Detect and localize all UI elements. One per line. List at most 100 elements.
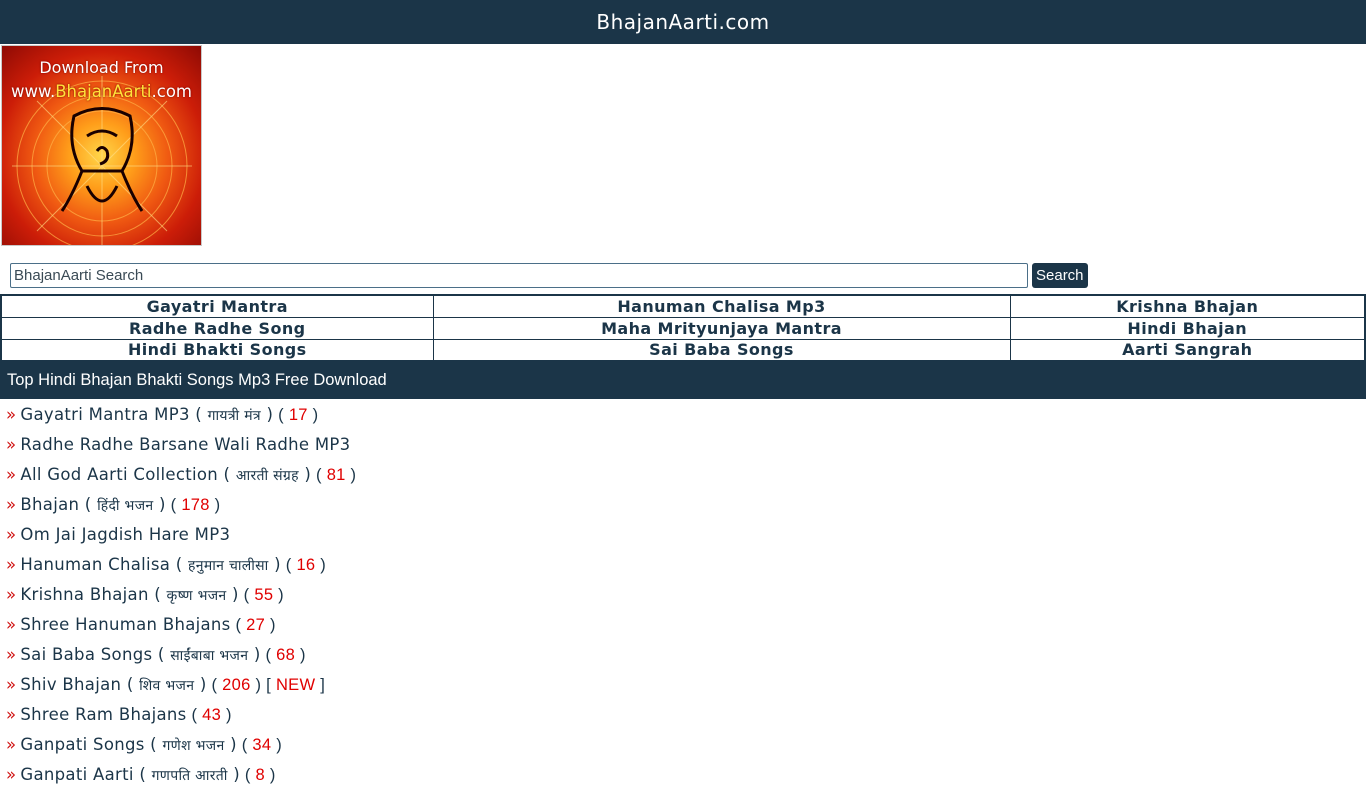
bullet-arrow-icon: »	[6, 735, 17, 754]
count-paren-open: (	[230, 616, 247, 634]
logo-text-prefix: www.	[11, 82, 56, 101]
list-item-link[interactable]: Shree Ram Bhajans	[20, 705, 186, 724]
list-item-title: All God Aarti Collection	[20, 465, 219, 484]
logo-text-line1: Download From	[39, 58, 164, 77]
list-item-title: Om Jai Jagdish Hare MP3	[20, 525, 231, 544]
list-item-count: 206	[222, 676, 251, 694]
bullet-arrow-icon: »	[6, 555, 17, 574]
nav-cell: Krishna Bhajan	[1009, 294, 1366, 318]
list-item: » Om Jai Jagdish Hare MP3	[6, 519, 1366, 549]
logo-text-suffix: .com	[151, 82, 193, 101]
logo-text-highlight: BhajanAarti	[55, 82, 152, 101]
list-item-hindi: हनुमान चालीसा	[188, 558, 269, 574]
list-item-hindi: शिव भजन	[139, 678, 195, 694]
nav-link-maha-mrityunjaya-mantra[interactable]: Maha Mrityunjaya Mantra	[601, 319, 842, 338]
list-item-count: 81	[326, 466, 346, 484]
list-item-link[interactable]: Sai Baba Songs ( साईंबाबा भजन )	[20, 645, 260, 664]
list-item-link[interactable]: Bhajan ( हिंदी भजन )	[20, 495, 165, 514]
count-paren-close: )	[265, 766, 276, 784]
list-item-title: Hanuman Chalisa	[20, 555, 171, 574]
list-item: » Hanuman Chalisa ( हनुमान चालीसा ) ( 16 …	[6, 549, 1366, 579]
list-item-title: Radhe Radhe Barsane Wali Radhe MP3	[20, 435, 351, 454]
count-paren-close: )	[307, 406, 319, 424]
list-item-hindi: आरती संग्रह	[235, 468, 299, 484]
nav-row: Radhe Radhe Song Maha Mrityunjaya Mantra…	[0, 316, 1366, 340]
nav-row: Hindi Bhakti Songs Sai Baba Songs Aarti …	[0, 338, 1366, 362]
count-paren-open: (	[260, 646, 277, 664]
nav-cell: Sai Baba Songs	[432, 338, 1011, 362]
list-item-link[interactable]: Om Jai Jagdish Hare MP3	[20, 525, 230, 544]
list-item-count: 16	[296, 556, 316, 574]
count-paren-open: (	[239, 766, 256, 784]
list-item-title: Gayatri Mantra MP3	[20, 405, 190, 424]
count-paren-open: (	[280, 556, 297, 574]
list-item-link[interactable]: Krishna Bhajan ( कृष्ण भजन )	[20, 585, 238, 604]
count-paren-close: )	[250, 676, 262, 694]
list-item-hindi: कृष्ण भजन	[166, 588, 227, 604]
list-item: » Gayatri Mantra MP3 ( गायत्री मंत्र ) ( …	[6, 399, 1366, 429]
list-item: » All God Aarti Collection ( आरती संग्रह …	[6, 459, 1366, 489]
list-item-title: Shree Ram Bhajans	[20, 705, 187, 724]
nav-cell: Hanuman Chalisa Mp3	[432, 294, 1011, 318]
bullet-arrow-icon: »	[6, 615, 17, 634]
list-item-title: Sai Baba Songs	[20, 645, 153, 664]
list-item-link[interactable]: Shree Hanuman Bhajans	[20, 615, 230, 634]
nav-cell: Radhe Radhe Song	[0, 316, 434, 340]
search-input[interactable]	[10, 263, 1028, 288]
nav-cell: Maha Mrityunjaya Mantra	[432, 316, 1011, 340]
count-paren-open: (	[238, 586, 255, 604]
count-paren-open: (	[186, 706, 203, 724]
list-item-hindi: गायत्री मंत्र	[207, 408, 261, 424]
list-item-count: 55	[254, 586, 274, 604]
nav-link-hanuman-chalisa-mp3[interactable]: Hanuman Chalisa Mp3	[617, 297, 825, 316]
category-nav: Gayatri Mantra Hanuman Chalisa Mp3 Krish…	[0, 294, 1366, 362]
site-logo[interactable]: Download From www.BhajanAarti.com	[1, 45, 202, 246]
list-item-count: 34	[252, 736, 272, 754]
list-item-count: 17	[288, 406, 308, 424]
list-item-link[interactable]: Shiv Bhajan ( शिव भजन )	[20, 675, 206, 694]
bullet-arrow-icon: »	[6, 585, 17, 604]
nav-link-krishna-bhajan[interactable]: Krishna Bhajan	[1116, 297, 1258, 316]
count-paren-close: )	[271, 736, 283, 754]
bullet-arrow-icon: »	[6, 495, 17, 514]
list-item-count: 178	[181, 496, 210, 514]
nav-link-hindi-bhakti-songs[interactable]: Hindi Bhakti Songs	[128, 340, 307, 359]
count-paren-open: (	[311, 466, 327, 484]
logo-text-line2: www.BhajanAarti.com	[2, 82, 201, 101]
site-title-link[interactable]: BhajanAarti.com	[596, 10, 769, 34]
new-badge: NEW	[275, 676, 316, 694]
bullet-arrow-icon: »	[6, 465, 17, 484]
site-header: BhajanAarti.com	[0, 0, 1366, 44]
list-item-link[interactable]: Hanuman Chalisa ( हनुमान चालीसा )	[20, 555, 280, 574]
list-item-link[interactable]: All God Aarti Collection ( आरती संग्रह )	[20, 465, 311, 484]
bullet-arrow-icon: »	[6, 675, 17, 694]
list-item: » Shree Ram Bhajans ( 43 )	[6, 699, 1366, 729]
nav-link-hindi-bhajan[interactable]: Hindi Bhajan	[1127, 319, 1247, 338]
count-paren-open: (	[236, 736, 253, 754]
count-paren-open: (	[273, 406, 289, 424]
search-button[interactable]: Search	[1032, 263, 1088, 288]
nav-link-aarti-sangrah[interactable]: Aarti Sangrah	[1122, 340, 1252, 359]
bullet-arrow-icon: »	[6, 645, 17, 664]
nav-link-gayatri-mantra[interactable]: Gayatri Mantra	[147, 297, 288, 316]
list-item-link[interactable]: Gayatri Mantra MP3 ( गायत्री मंत्र )	[20, 405, 273, 424]
search-bar: Search	[0, 247, 1366, 294]
count-paren-open: (	[165, 496, 182, 514]
bullet-arrow-icon: »	[6, 405, 17, 424]
list-item: » Sai Baba Songs ( साईंबाबा भजन ) ( 68 )	[6, 639, 1366, 669]
count-paren-close: )	[345, 466, 357, 484]
list-item: » Ganpati Aarti ( गणपति आरती ) ( 8 )	[6, 759, 1366, 789]
list-item-count: 68	[276, 646, 296, 664]
list-item: » Radhe Radhe Barsane Wali Radhe MP3	[6, 429, 1366, 459]
count-paren-close: )	[221, 706, 232, 724]
nav-cell: Aarti Sangrah	[1009, 338, 1366, 362]
nav-link-radhe-radhe-song[interactable]: Radhe Radhe Song	[129, 319, 306, 338]
list-item-count: 27	[246, 616, 266, 634]
list-item-link[interactable]: Radhe Radhe Barsane Wali Radhe MP3	[20, 435, 350, 454]
count-paren-close: )	[265, 616, 276, 634]
nav-link-sai-baba-songs[interactable]: Sai Baba Songs	[649, 340, 794, 359]
nav-cell: Hindi Bhakti Songs	[0, 338, 434, 362]
list-item-hindi: हिंदी भजन	[97, 498, 154, 514]
list-item-link[interactable]: Ganpati Songs ( गणेश भजन )	[20, 735, 236, 754]
list-item: » Shiv Bhajan ( शिव भजन ) ( 206 ) [ NEW ]	[6, 669, 1366, 699]
